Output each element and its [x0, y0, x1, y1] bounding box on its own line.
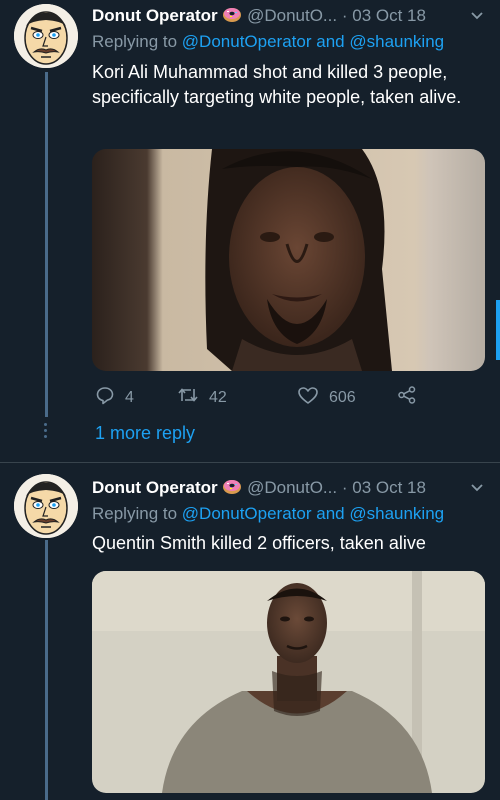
tweet-date[interactable]: 03 Oct 18 [352, 478, 426, 497]
donut-icon [222, 477, 242, 500]
replying-to: Replying to @DonutOperator and @shaunkin… [92, 504, 444, 524]
author-handle[interactable]: @DonutO... [247, 6, 337, 25]
retweet-icon [177, 385, 199, 410]
tweet[interactable]: Donut Operator @DonutO... · 03 Oct 18 Re… [0, 0, 500, 460]
replying-prefix: Replying to [92, 504, 178, 523]
share-button[interactable] [397, 385, 417, 410]
replying-and[interactable]: and [316, 504, 344, 523]
replying-prefix: Replying to [92, 32, 178, 51]
chevron-down-icon[interactable] [470, 480, 484, 496]
replying-user-link[interactable]: @shaunking [349, 32, 444, 51]
retweet-count: 42 [209, 388, 227, 406]
author-name[interactable]: Donut Operator [92, 478, 218, 497]
tweet-text: Quentin Smith killed 2 officers, taken a… [92, 533, 426, 553]
share-icon [397, 385, 417, 410]
tweet[interactable]: Donut Operator @DonutO... · 03 Oct 18 Re… [0, 470, 500, 800]
separator: · [341, 478, 348, 497]
reply-count: 4 [125, 388, 134, 406]
like-icon [297, 385, 319, 410]
more-replies-link[interactable]: 1 more reply [95, 423, 195, 444]
tweet-actions: 4 42 606 [92, 385, 422, 409]
reply-icon [95, 385, 115, 410]
author-name[interactable]: Donut Operator [92, 6, 218, 25]
replying-to: Replying to @DonutOperator and @shaunkin… [92, 32, 444, 52]
chevron-down-icon[interactable] [470, 8, 484, 24]
tweet-image[interactable] [92, 149, 485, 371]
like-count: 606 [329, 388, 356, 406]
donut-icon [222, 5, 242, 28]
like-button[interactable]: 606 [297, 385, 356, 410]
avatar[interactable] [14, 4, 78, 68]
retweet-button[interactable]: 42 [177, 385, 227, 410]
divider [0, 462, 500, 463]
replying-and[interactable]: and [316, 32, 344, 51]
reply-button[interactable]: 4 [95, 385, 134, 410]
tweet-image[interactable] [92, 571, 485, 793]
tweet-text: Kori Ali Muhammad shot and killed 3 peop… [92, 62, 462, 107]
replying-user-link[interactable]: @DonutOperator [182, 504, 312, 523]
tweet-date[interactable]: 03 Oct 18 [352, 6, 426, 25]
separator: · [341, 6, 348, 25]
replying-user-link[interactable]: @DonutOperator [182, 32, 312, 51]
replying-user-link[interactable]: @shaunking [349, 504, 444, 523]
author-handle[interactable]: @DonutO... [247, 478, 337, 497]
avatar[interactable] [14, 474, 78, 538]
tweet-header: Donut Operator @DonutO... · 03 Oct 18 [92, 477, 426, 500]
tweet-header: Donut Operator @DonutO... · 03 Oct 18 [92, 5, 426, 28]
